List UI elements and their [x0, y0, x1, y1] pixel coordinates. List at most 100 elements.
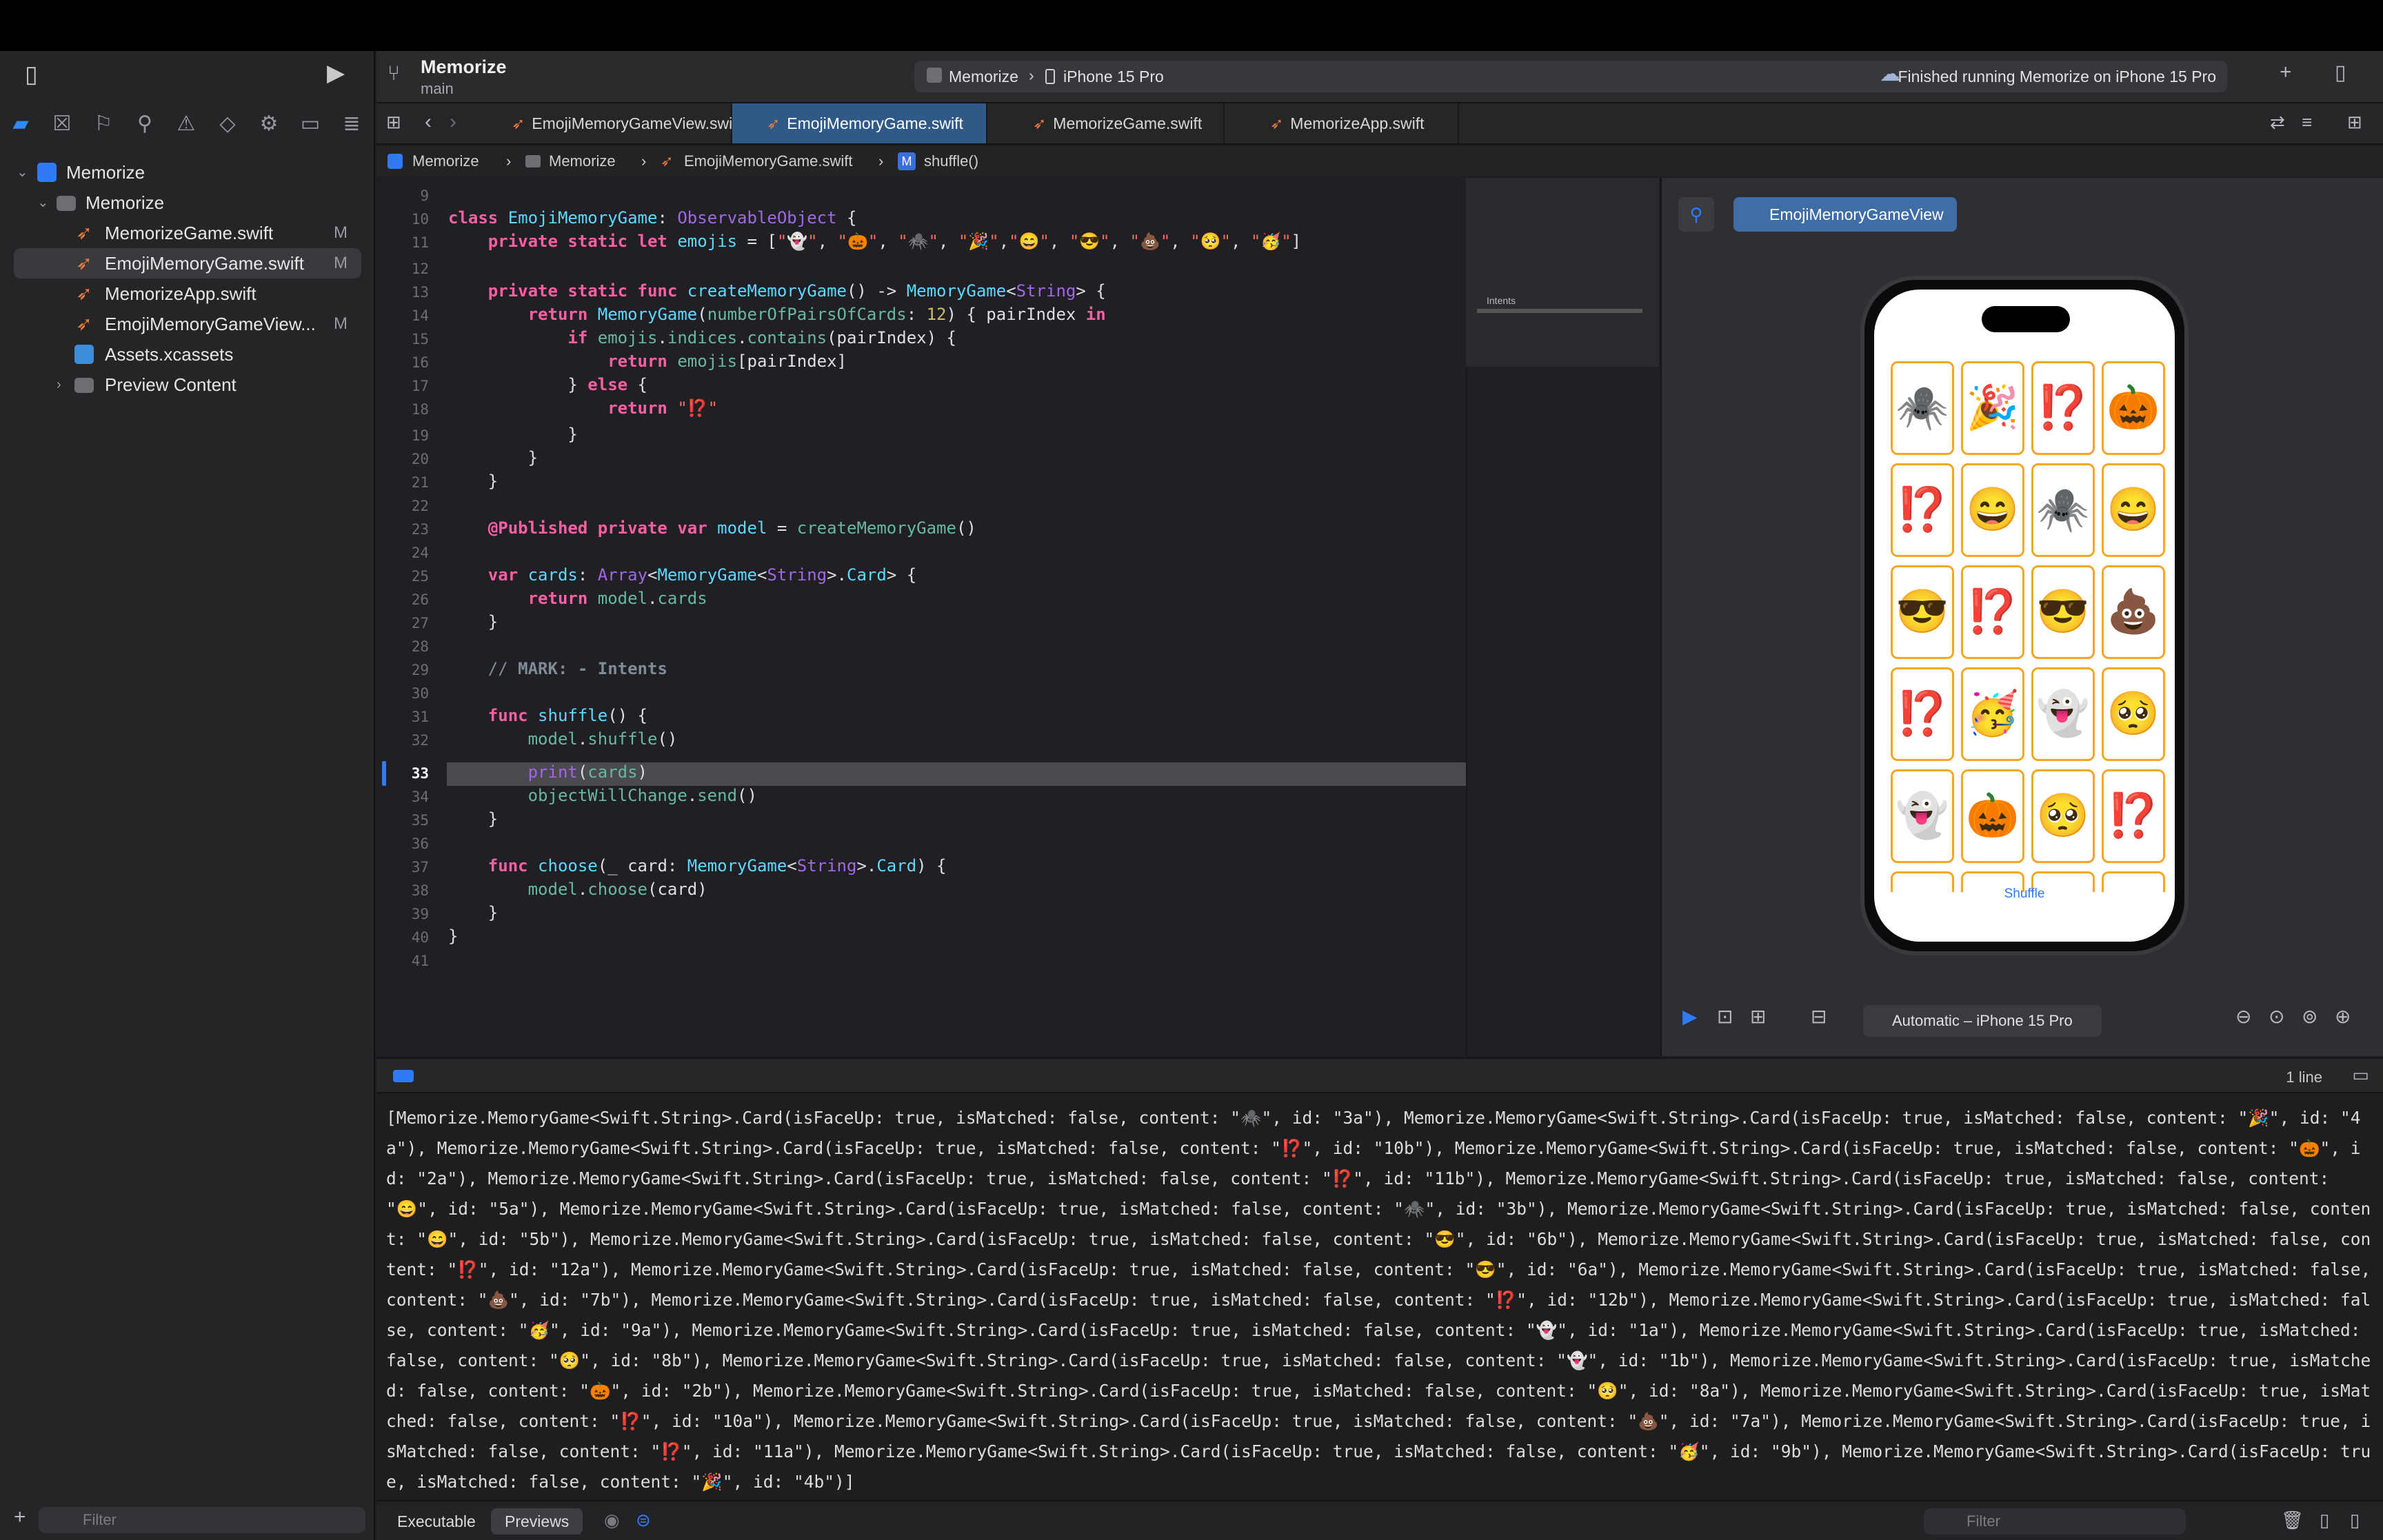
grid-icon[interactable]: ⊞: [386, 112, 401, 133]
variants-icon[interactable]: ⊞: [1750, 1005, 1766, 1028]
bookmark-icon[interactable]: ⚐: [90, 110, 117, 138]
memory-card[interactable]: 👻: [1891, 769, 1954, 863]
memory-card[interactable]: 😄: [2102, 463, 2165, 557]
memory-card[interactable]: 🕷️: [1891, 361, 1954, 455]
tree-item-project[interactable]: ⌄ Memorize: [14, 157, 361, 188]
breadcrumb-project[interactable]: Memorize: [412, 146, 479, 176]
assets-icon: [74, 345, 94, 364]
filter-icon[interactable]: ⊜: [636, 1510, 651, 1531]
device-selector[interactable]: Automatic – iPhone 15 Pro: [1863, 1005, 2102, 1037]
tab-memorizeapp[interactable]: ➶ MemorizeApp.swift: [1225, 103, 1459, 143]
inspector-toggle-icon[interactable]: ▯: [2335, 61, 2346, 85]
tree-item-folder[interactable]: › Preview Content: [14, 369, 361, 400]
memory-card[interactable]: 🥺: [2102, 667, 2165, 761]
back-icon[interactable]: ‹: [425, 110, 432, 134]
split-editor-icon[interactable]: ⊞: [2347, 112, 2362, 133]
tree-item-file[interactable]: ➶ MemorizeApp.swift: [14, 278, 361, 309]
folder-icon: [57, 196, 76, 211]
right-pane-icon[interactable]: ▯: [2350, 1510, 2360, 1531]
memory-card[interactable]: 😎: [1891, 565, 1954, 659]
tab-memorizegame[interactable]: ➶ MemorizeGame.swift: [987, 103, 1225, 143]
run-button[interactable]: ▶: [327, 59, 345, 87]
memory-card[interactable]: ⁉️: [2102, 769, 2165, 863]
chevron-right-icon[interactable]: ›: [57, 369, 61, 400]
report-icon[interactable]: ≣: [338, 110, 365, 138]
tree-item-file-selected[interactable]: ➶ EmojiMemoryGame.swift M: [14, 248, 361, 278]
minimap-mark: Intents: [1487, 295, 1516, 306]
breadcrumb-separator: ›: [878, 152, 884, 170]
console-filter-input[interactable]: Filter: [1924, 1508, 2186, 1534]
breadcrumb-symbol[interactable]: shuffle(): [924, 146, 978, 176]
live-preview-icon[interactable]: ▶: [1682, 1005, 1698, 1028]
memory-card[interactable]: 🕷️: [2031, 463, 2095, 557]
adjust-icon[interactable]: ≡: [2302, 112, 2312, 133]
memory-card[interactable]: ⁉️: [1961, 565, 2024, 659]
memory-card[interactable]: ⁉️: [1891, 463, 1954, 557]
zoom-in-icon[interactable]: ⊕: [2335, 1005, 2351, 1028]
tree-item-file[interactable]: ➶ EmojiMemoryGameView... M: [14, 309, 361, 339]
debug-icon[interactable]: ⚙: [255, 110, 283, 138]
find-icon[interactable]: ⚲: [131, 110, 159, 138]
line-number: 39: [411, 906, 429, 922]
code-line: }: [448, 472, 499, 491]
swap-icon[interactable]: ⇄: [2270, 112, 2285, 133]
forward-icon[interactable]: ›: [450, 110, 456, 134]
hide-console-icon[interactable]: ▭: [2352, 1064, 2369, 1086]
code-line: }: [448, 903, 499, 922]
zoom-actual-icon[interactable]: ⊚: [2302, 1005, 2317, 1028]
scheme-selector[interactable]: Memorize: [949, 68, 1018, 86]
code-line: }: [448, 612, 499, 631]
memory-card[interactable]: 🎃: [2102, 361, 2165, 455]
add-icon[interactable]: +: [14, 1506, 26, 1529]
tab-executable[interactable]: Executable: [383, 1508, 490, 1534]
tree-item-file[interactable]: ➶ MemorizeGame.swift M: [14, 218, 361, 248]
tree-item-folder[interactable]: ⌄ Memorize: [14, 188, 361, 218]
memory-card[interactable]: 💩: [2102, 565, 2165, 659]
line-number: 12: [411, 261, 429, 277]
zoom-out-icon[interactable]: ⊖: [2235, 1005, 2251, 1028]
activity-area[interactable]: Memorize › iPhone 15 Pro Finished runnin…: [914, 61, 2227, 92]
memory-card[interactable]: 👻: [2031, 667, 2095, 761]
shuffle-button[interactable]: Shuffle: [1874, 886, 2175, 902]
chevron-down-icon[interactable]: ⌄: [37, 188, 49, 218]
memory-card[interactable]: 🥺: [2031, 769, 2095, 863]
console-output[interactable]: [Memorize.MemoryGame<Swift.String>.Card(…: [376, 1095, 2383, 1500]
minimap[interactable]: Intents: [1466, 178, 1659, 367]
tab-emojimemorygame[interactable]: ➶ EmojiMemoryGame.swift: [732, 103, 987, 143]
cloud-icon[interactable]: ☁: [1880, 62, 1900, 86]
code-editor[interactable]: 9 10 11 12 13 14 15 16 17 18 19 20 21 22…: [376, 178, 1466, 1056]
folder-icon[interactable]: ▰: [7, 110, 34, 138]
left-pane-icon[interactable]: ▯: [2320, 1510, 2329, 1531]
test-icon[interactable]: ◇: [214, 110, 241, 138]
breadcrumb-folder[interactable]: Memorize: [549, 146, 616, 176]
preview-view-chip[interactable]: EmojiMemoryGameView: [1733, 197, 1957, 232]
memory-card[interactable]: ⁉️: [1891, 667, 1954, 761]
memory-card[interactable]: 😄: [1961, 463, 2024, 557]
issue-icon[interactable]: ⚠: [172, 110, 200, 138]
selectable-icon[interactable]: ⊡: [1717, 1005, 1733, 1028]
navigator-filter-input[interactable]: Filter: [39, 1507, 365, 1533]
tab-emojimemorygameview[interactable]: ➶ EmojiMemoryGameView.swift: [477, 103, 741, 143]
memory-card[interactable]: ⁉️: [2031, 361, 2095, 455]
sidebar-toggle-icon[interactable]: ▯: [25, 61, 38, 88]
breadcrumb-file[interactable]: EmojiMemoryGame.swift: [684, 146, 852, 176]
breakpoint-icon[interactable]: ▭: [296, 110, 324, 138]
line-number: 25: [411, 568, 429, 585]
console-toggle-icon[interactable]: [393, 1070, 414, 1082]
source-control-icon[interactable]: ☒: [48, 110, 76, 138]
device-settings-icon[interactable]: ⊟: [1811, 1005, 1827, 1028]
swift-file-icon: ➶: [661, 152, 674, 170]
eye-icon[interactable]: ◉: [604, 1510, 620, 1531]
add-icon[interactable]: +: [2280, 61, 2292, 84]
memory-card[interactable]: 🎃: [1961, 769, 2024, 863]
run-destination[interactable]: iPhone 15 Pro: [1063, 68, 1164, 86]
tab-previews[interactable]: Previews: [491, 1508, 583, 1534]
memory-card[interactable]: 🎉: [1961, 361, 2024, 455]
memory-card[interactable]: 😎: [2031, 565, 2095, 659]
pin-icon[interactable]: ⚲: [1678, 197, 1714, 232]
memory-card[interactable]: 🥳: [1961, 667, 2024, 761]
zoom-fit-icon[interactable]: ⊙: [2269, 1005, 2284, 1028]
chevron-down-icon[interactable]: ⌄: [17, 157, 28, 188]
tree-item-assets[interactable]: Assets.xcassets: [14, 339, 361, 369]
trash-icon[interactable]: 🗑: [2281, 1510, 2304, 1531]
